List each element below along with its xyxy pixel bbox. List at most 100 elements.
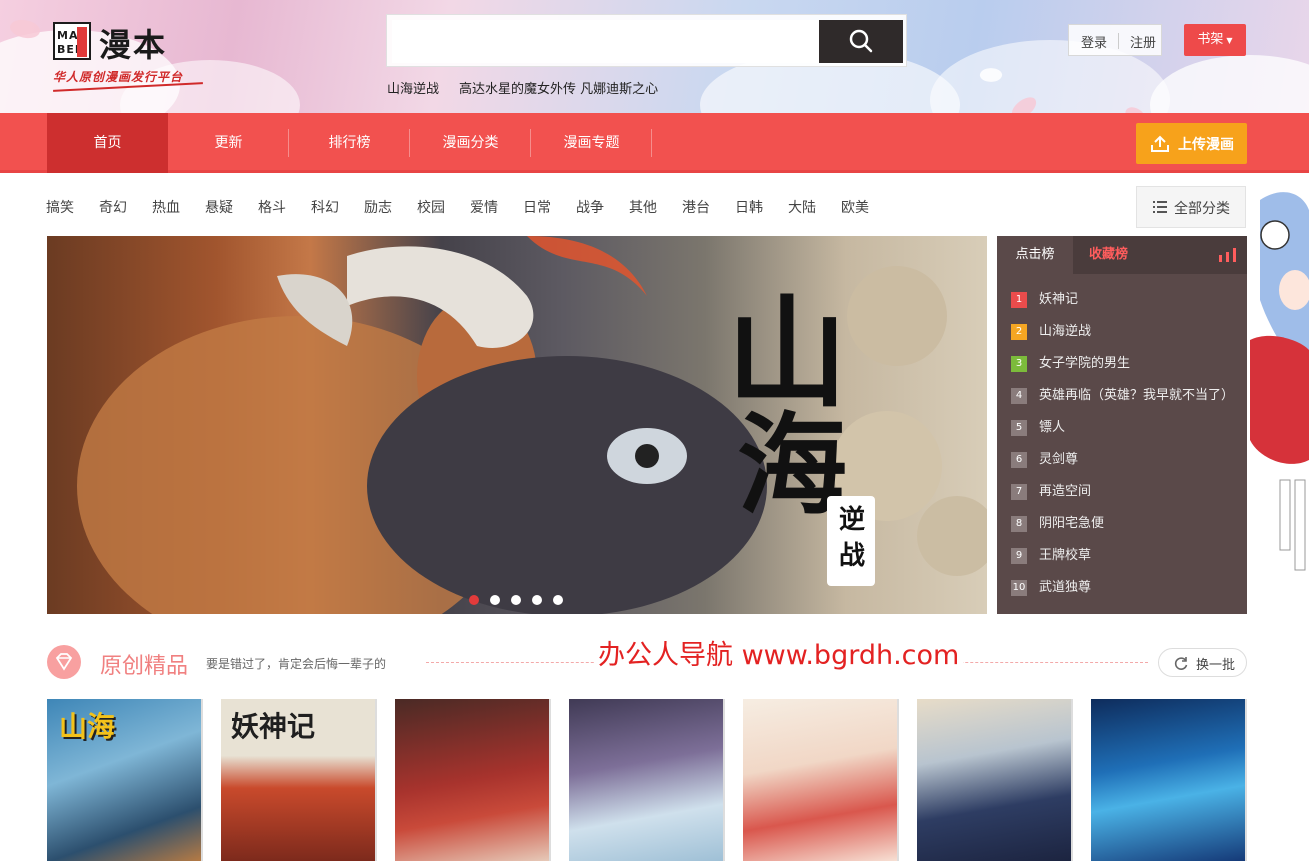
carousel-dot[interactable] bbox=[511, 595, 521, 605]
category-link[interactable]: 其他 bbox=[629, 197, 657, 217]
refresh-label: 换一批 bbox=[1196, 658, 1236, 673]
rank-number: 1 bbox=[1011, 292, 1027, 308]
nav-updates[interactable]: 更新 bbox=[168, 113, 289, 173]
tab-click-ranking[interactable]: 点击榜 bbox=[997, 236, 1073, 274]
category-link[interactable]: 悬疑 bbox=[205, 197, 233, 217]
comic-cover[interactable] bbox=[917, 699, 1071, 861]
section-title: 原创精品 bbox=[100, 654, 189, 679]
nav-divider bbox=[651, 129, 652, 157]
hot-word-link[interactable]: 高达水星的魔女外传 凡娜迪斯之心 bbox=[459, 82, 658, 97]
ranking-item[interactable]: 8 阴阳宅急便 bbox=[1011, 514, 1236, 534]
banner-subtitle: 逆战 bbox=[827, 496, 875, 586]
ranking-item[interactable]: 9 王牌校草 bbox=[1011, 546, 1236, 566]
banner-carousel[interactable]: 山 海 逆战 bbox=[47, 236, 987, 614]
category-link[interactable]: 港台 bbox=[682, 197, 710, 217]
ranking-item[interactable]: 7 再造空间 bbox=[1011, 482, 1236, 502]
ranking-item[interactable]: 6 灵剑尊 bbox=[1011, 450, 1236, 470]
nav-topics[interactable]: 漫画专题 bbox=[531, 113, 652, 173]
rank-number: 3 bbox=[1011, 356, 1027, 372]
rank-number: 8 bbox=[1011, 516, 1027, 532]
bookshelf-label: 书架 bbox=[1197, 32, 1224, 47]
upload-icon bbox=[1151, 135, 1169, 152]
nav-categories[interactable]: 漫画分类 bbox=[410, 113, 531, 173]
caret-down-icon: ▼ bbox=[1226, 36, 1233, 45]
ranking-item[interactable]: 5 镖人 bbox=[1011, 418, 1236, 438]
category-link[interactable]: 热血 bbox=[152, 197, 180, 217]
logo-mark: MAN BEN bbox=[53, 22, 91, 60]
rank-number: 7 bbox=[1011, 484, 1027, 500]
list-icon bbox=[1153, 201, 1167, 213]
rank-title: 灵剑尊 bbox=[1039, 452, 1079, 467]
search-input[interactable] bbox=[392, 20, 820, 63]
main-nav: 首页 更新 排行榜 漫画分类 漫画专题 上传漫画 bbox=[0, 113, 1309, 173]
carousel-dot[interactable] bbox=[469, 595, 479, 605]
section-subtitle: 要是错过了，肯定会后悔一辈子的 bbox=[206, 657, 387, 671]
category-link[interactable]: 大陆 bbox=[788, 197, 816, 217]
rank-number: 10 bbox=[1011, 580, 1027, 596]
comic-cover[interactable] bbox=[395, 699, 549, 861]
comic-cover[interactable] bbox=[1091, 699, 1245, 861]
ranking-item[interactable]: 10 武道独尊 bbox=[1011, 578, 1236, 598]
upload-label: 上传漫画 bbox=[1178, 137, 1234, 153]
bookshelf-button[interactable]: 书架 ▼ bbox=[1184, 24, 1246, 56]
cover-title: 山海 bbox=[59, 710, 116, 743]
auth-links: 登录 注册 bbox=[1068, 24, 1162, 56]
ranking-item[interactable]: 2 山海逆战 bbox=[1011, 322, 1236, 342]
rank-number: 4 bbox=[1011, 388, 1027, 404]
category-link[interactable]: 战争 bbox=[576, 197, 604, 217]
site-logo[interactable]: MAN BEN 漫本 华人原创漫画发行平台 bbox=[53, 20, 233, 100]
carousel-dot[interactable] bbox=[553, 595, 563, 605]
comic-cover[interactable]: 妖神记 bbox=[221, 699, 375, 861]
category-link[interactable]: 科幻 bbox=[311, 197, 339, 217]
ranking-item[interactable]: 1 妖神记 bbox=[1011, 290, 1236, 310]
diamond-icon bbox=[47, 645, 81, 679]
refresh-button[interactable]: 换一批 bbox=[1158, 648, 1247, 677]
category-link[interactable]: 欧美 bbox=[841, 197, 869, 217]
ranking-tabs: 点击榜 收藏榜 bbox=[997, 236, 1247, 274]
category-link[interactable]: 校园 bbox=[417, 197, 445, 217]
rank-title: 王牌校草 bbox=[1039, 548, 1092, 563]
ranking-item[interactable]: 3 女子学院的男生 bbox=[1011, 354, 1236, 374]
rank-title: 山海逆战 bbox=[1039, 324, 1092, 339]
nav-ranking[interactable]: 排行榜 bbox=[289, 113, 410, 173]
carousel-dot[interactable] bbox=[532, 595, 542, 605]
category-link[interactable]: 搞笑 bbox=[46, 197, 74, 217]
carousel-dot[interactable] bbox=[490, 595, 500, 605]
category-link[interactable]: 爱情 bbox=[470, 197, 498, 217]
category-link[interactable]: 日常 bbox=[523, 197, 551, 217]
category-link[interactable]: 格斗 bbox=[258, 197, 286, 217]
all-categories-label: 全部分类 bbox=[1174, 201, 1230, 217]
rank-title: 武道独尊 bbox=[1039, 580, 1092, 595]
all-categories-button[interactable]: 全部分类 bbox=[1136, 186, 1246, 228]
category-link[interactable]: 日韩 bbox=[735, 197, 763, 217]
refresh-icon bbox=[1174, 657, 1188, 670]
nav-home[interactable]: 首页 bbox=[47, 113, 168, 173]
comic-cover[interactable]: 山海 bbox=[47, 699, 201, 861]
category-link[interactable]: 奇幻 bbox=[99, 197, 127, 217]
rank-number: 5 bbox=[1011, 420, 1027, 436]
category-link[interactable]: 励志 bbox=[364, 197, 392, 217]
watermark-text: 办公人导航 www.bgrdh.com bbox=[594, 633, 964, 672]
search-button[interactable] bbox=[819, 20, 903, 63]
rank-number: 6 bbox=[1011, 452, 1027, 468]
bar-chart-icon bbox=[1219, 248, 1236, 262]
upload-comic-button[interactable]: 上传漫画 bbox=[1136, 123, 1247, 164]
login-link[interactable]: 登录 bbox=[1081, 32, 1107, 51]
hot-word-link[interactable]: 山海逆战 bbox=[387, 82, 439, 97]
ranking-item[interactable]: 4 英雄再临（英雄？我早就不当了） bbox=[1011, 386, 1236, 406]
rank-number: 2 bbox=[1011, 324, 1027, 340]
rank-title: 阴阳宅急便 bbox=[1039, 516, 1105, 531]
tab-favorite-ranking[interactable]: 收藏榜 bbox=[1089, 236, 1128, 274]
mascot-illustration bbox=[1250, 192, 1309, 571]
register-link[interactable]: 注册 bbox=[1130, 32, 1156, 51]
comic-cover[interactable] bbox=[569, 699, 723, 861]
search-box bbox=[386, 14, 907, 67]
rank-title: 镖人 bbox=[1039, 420, 1066, 435]
comic-cover[interactable] bbox=[743, 699, 897, 861]
auth-divider bbox=[1118, 33, 1119, 49]
rank-title: 英雄再临（英雄？我早就不当了） bbox=[1039, 388, 1235, 403]
header-cloud bbox=[1150, 55, 1309, 113]
ranking-list: 1 妖神记 2 山海逆战 3 女子学院的男生 4 英雄再临（英雄？我早就不当了） 5 镖人… bbox=[1011, 290, 1236, 610]
rank-title: 女子学院的男生 bbox=[1039, 356, 1131, 371]
rank-number: 9 bbox=[1011, 548, 1027, 564]
